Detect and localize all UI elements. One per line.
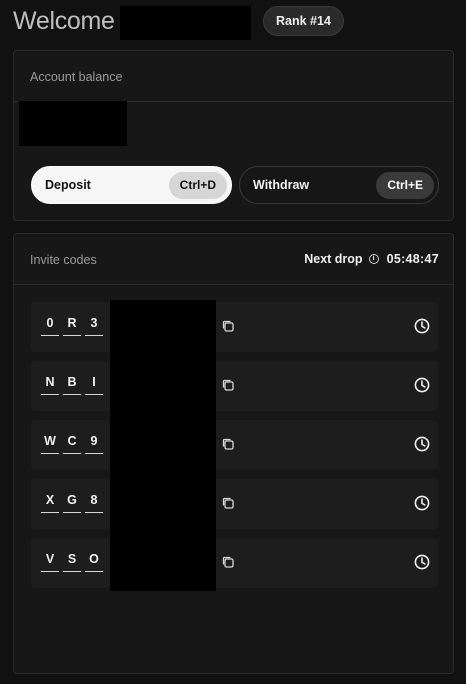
code-underline xyxy=(63,394,81,395)
next-drop-label: Next drop xyxy=(304,252,363,266)
invite-code-row: V S O xyxy=(31,538,438,588)
deposit-shortcut-badge: Ctrl+D xyxy=(168,172,227,199)
code-underline xyxy=(41,453,59,454)
clock-icon[interactable] xyxy=(413,553,431,571)
welcome-title: Welcome xyxy=(13,7,115,35)
code-char: 3 xyxy=(90,316,98,330)
code-char: V xyxy=(45,552,55,566)
code-underline xyxy=(41,571,59,572)
header: Welcome Rank #14 xyxy=(13,6,453,40)
code-char: C xyxy=(67,434,77,448)
copy-icon[interactable] xyxy=(221,437,235,451)
invite-codes-panel: Invite codes Next drop i 05:48:47 0 R 3 … xyxy=(13,233,454,674)
code-underline xyxy=(85,335,103,336)
invite-code-row: X G 8 xyxy=(31,479,438,529)
withdraw-shortcut-badge: Ctrl+E xyxy=(376,172,434,199)
copy-icon[interactable] xyxy=(221,378,235,392)
code-underline xyxy=(85,453,103,454)
redacted-code-suffixes xyxy=(110,300,216,591)
clock-icon[interactable] xyxy=(413,376,431,394)
clock-icon[interactable] xyxy=(413,494,431,512)
code-char: B xyxy=(67,375,77,389)
copy-icon[interactable] xyxy=(221,319,235,333)
invite-codes-title: Invite codes xyxy=(30,253,97,267)
next-drop-timer: 05:48:47 xyxy=(386,252,439,266)
code-underline xyxy=(63,335,81,336)
code-char: S xyxy=(67,552,77,566)
redacted-balance xyxy=(19,101,127,146)
next-drop: Next drop i 05:48:47 xyxy=(304,252,439,266)
code-underline xyxy=(63,512,81,513)
code-underline xyxy=(41,335,59,336)
code-char: W xyxy=(44,434,56,448)
invite-code-row: W C 9 xyxy=(31,420,438,470)
code-underline xyxy=(63,571,81,572)
account-balance-title: Account balance xyxy=(30,70,123,84)
code-char: G xyxy=(67,493,77,507)
code-underline xyxy=(85,394,103,395)
code-char: 0 xyxy=(46,316,54,330)
rank-badge[interactable]: Rank #14 xyxy=(263,6,344,36)
withdraw-label: Withdraw xyxy=(253,178,310,192)
account-balance-panel: Account balance Deposit Ctrl+D Withdraw … xyxy=(13,50,454,221)
divider xyxy=(14,284,453,285)
clock-icon[interactable] xyxy=(413,435,431,453)
code-underline xyxy=(41,512,59,513)
code-char: O xyxy=(89,552,99,566)
deposit-button[interactable]: Deposit Ctrl+D xyxy=(31,166,232,204)
code-char: 8 xyxy=(90,493,98,507)
withdraw-button[interactable]: Withdraw Ctrl+E xyxy=(239,166,439,204)
copy-icon[interactable] xyxy=(221,496,235,510)
invite-code-row: 0 R 3 xyxy=(31,302,438,352)
code-underline xyxy=(85,571,103,572)
copy-icon[interactable] xyxy=(221,555,235,569)
code-underline xyxy=(41,394,59,395)
code-underline xyxy=(63,453,81,454)
deposit-label: Deposit xyxy=(45,178,91,192)
invite-code-row: N B I xyxy=(31,361,438,411)
code-char: R xyxy=(67,316,77,330)
code-char: N xyxy=(45,375,55,389)
code-char: 9 xyxy=(90,434,98,448)
redacted-username xyxy=(120,6,251,40)
info-icon[interactable]: i xyxy=(368,254,379,264)
code-char: X xyxy=(45,493,55,507)
code-char: I xyxy=(92,375,96,389)
code-underline xyxy=(85,512,103,513)
clock-icon[interactable] xyxy=(413,317,431,335)
